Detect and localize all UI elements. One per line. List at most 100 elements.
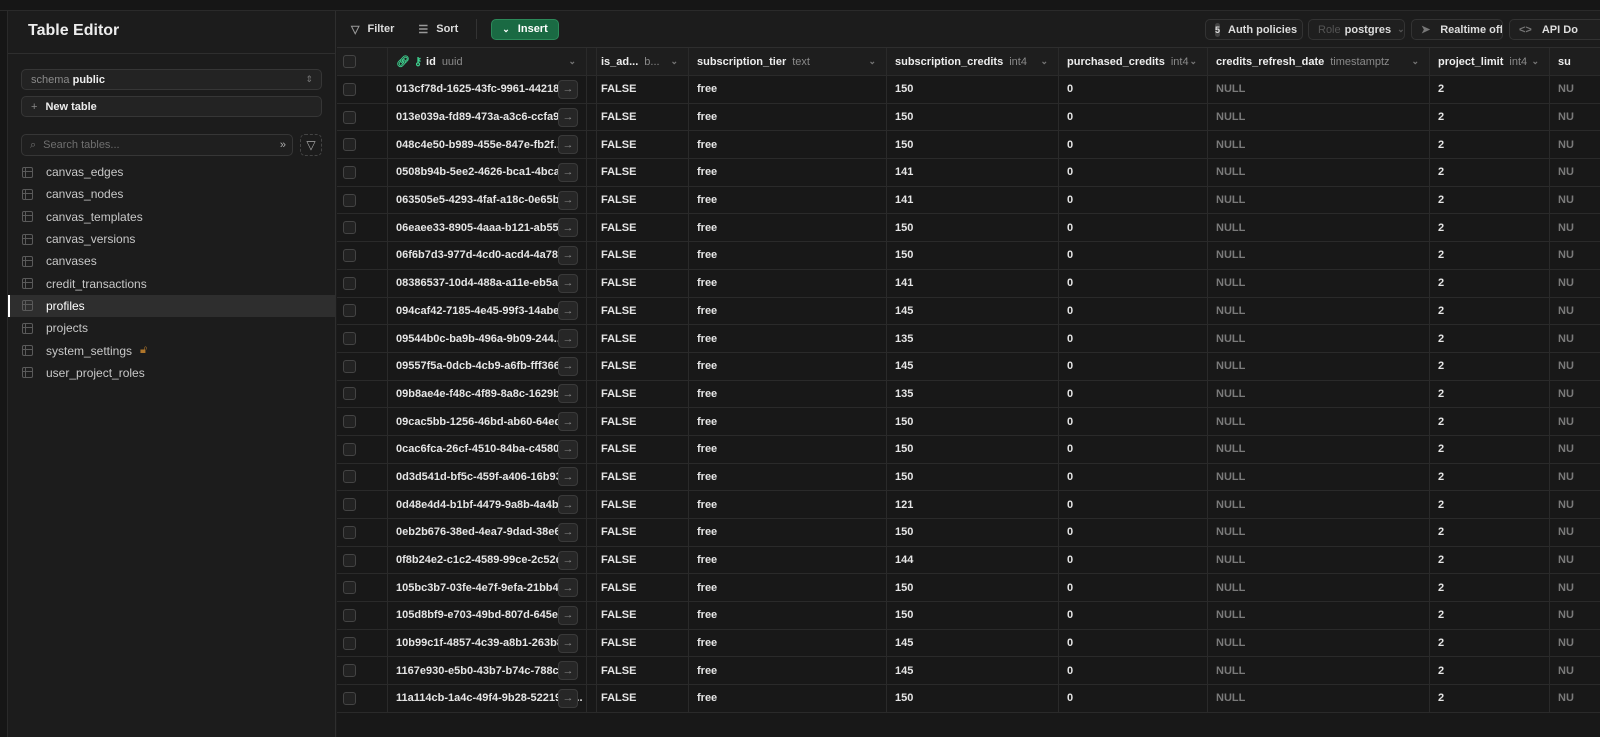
cell-subscription-tier[interactable]: free — [689, 629, 887, 657]
cell-purchased-credits[interactable]: 0 — [1059, 159, 1208, 186]
row-select[interactable] — [337, 546, 388, 574]
chevron-down-icon[interactable]: ⌄ — [568, 56, 576, 67]
cell-purchased-credits[interactable]: 0 — [1059, 685, 1208, 712]
cell-credits-refresh-date[interactable]: NULL — [1208, 242, 1430, 269]
cell-id[interactable]: 013cf78d-1625-43fc-9961-442189... → — [388, 76, 587, 103]
cell-subscription-tier[interactable]: free — [689, 657, 887, 685]
row-select[interactable] — [337, 380, 388, 408]
cell-subscription-credits[interactable]: 150 — [887, 602, 1059, 629]
cell-is-ad[interactable]: FALSE — [597, 408, 689, 435]
cell-subscription-credits[interactable]: 141 — [887, 269, 1059, 297]
table-row[interactable]: 0cac6fca-26cf-4510-84ba-c4580... → FALSE fr… — [337, 435, 1600, 464]
cell-subscription-credits[interactable]: 150 — [887, 435, 1059, 463]
cell-subscription-tier[interactable]: free — [689, 380, 887, 408]
cell-su[interactable]: NU — [1550, 104, 1600, 131]
cell-subscription-tier[interactable]: free — [689, 325, 887, 352]
checkbox[interactable] — [343, 442, 356, 456]
cell-id[interactable]: 0eb2b676-38ed-4ea7-9dad-38e6... → — [388, 519, 587, 546]
cell-purchased-credits[interactable]: 0 — [1059, 657, 1208, 685]
row-select[interactable] — [337, 352, 388, 380]
column-header-subscription-credits[interactable]: subscription_credits int4 ⌄ — [887, 48, 1059, 75]
cell-purchased-credits[interactable]: 0 — [1059, 352, 1208, 380]
cell-su[interactable]: NU — [1550, 630, 1600, 657]
table-row[interactable]: 105bc3b7-03fe-4e7f-9efa-21bb40... → FALSE f… — [337, 574, 1600, 603]
cell-su[interactable]: NU — [1550, 685, 1600, 712]
cell-credits-refresh-date[interactable]: NULL — [1208, 546, 1430, 574]
cell-su[interactable]: NU — [1550, 602, 1600, 629]
cell-purchased-credits[interactable]: 0 — [1059, 214, 1208, 242]
table-row[interactable]: 08386537-10d4-488a-a11e-eb5a6... → FALSE fr… — [337, 269, 1600, 298]
cell-project-limit[interactable]: 2 — [1430, 159, 1550, 186]
api-docs-button[interactable]: <> API Do — [1509, 19, 1600, 40]
table-row[interactable]: 09b8ae4e-f48c-4f89-8a8c-1629b... → FALSE fr… — [337, 380, 1600, 409]
cell-su[interactable]: NU — [1550, 436, 1600, 463]
sidebar-item-credit-transactions[interactable]: credit_transactions — [8, 272, 336, 294]
cell-is-ad[interactable]: FALSE — [597, 435, 689, 463]
arrow-right-icon[interactable]: → — [558, 79, 578, 99]
checkbox[interactable] — [343, 221, 356, 235]
sidebar-item-canvas-templates[interactable]: canvas_templates — [8, 206, 336, 228]
table-row[interactable]: 063505e5-4293-4faf-a18c-0e65b... → FALSE fr… — [337, 186, 1600, 215]
table-row[interactable]: 013cf78d-1625-43fc-9961-442189... → FALSE f… — [337, 76, 1600, 104]
checkbox[interactable] — [343, 110, 356, 124]
cell-is-ad[interactable]: FALSE — [597, 103, 689, 131]
cell-project-limit[interactable]: 2 — [1430, 131, 1550, 159]
checkbox[interactable] — [343, 691, 356, 705]
chevron-down-icon[interactable]: ⌄ — [1040, 56, 1048, 67]
row-select[interactable] — [337, 325, 388, 352]
cell-is-ad[interactable]: FALSE — [597, 242, 689, 269]
cell-su[interactable]: NU — [1550, 353, 1600, 380]
cell-id[interactable]: 06f6b7d3-977d-4cd0-acd4-4a78... → — [388, 242, 587, 269]
column-header-project-limit[interactable]: project_limit int4 ⌄ — [1430, 48, 1550, 75]
column-header-credits-refresh-date[interactable]: credits_refresh_date timestamptz ⌄ — [1208, 48, 1430, 75]
cell-project-limit[interactable]: 2 — [1430, 657, 1550, 685]
row-select[interactable] — [337, 685, 388, 712]
filter-tables-button[interactable]: ▽ — [300, 134, 322, 156]
cell-is-ad[interactable]: FALSE — [597, 574, 689, 602]
checkbox[interactable] — [343, 636, 356, 650]
cell-id[interactable]: 105bc3b7-03fe-4e7f-9efa-21bb40... → — [388, 574, 587, 602]
cell-credits-refresh-date[interactable]: NULL — [1208, 463, 1430, 491]
row-select[interactable] — [337, 602, 388, 629]
cell-is-ad[interactable]: FALSE — [597, 380, 689, 408]
cell-subscription-credits[interactable]: 135 — [887, 325, 1059, 352]
cell-id[interactable]: 09cac5bb-1256-46bd-ab60-64ed... → — [388, 408, 587, 435]
auth-policies-button[interactable]: 5 Auth policies — [1205, 19, 1303, 40]
cell-subscription-tier[interactable]: free — [689, 131, 887, 159]
cell-credits-refresh-date[interactable]: NULL — [1208, 269, 1430, 297]
cell-is-ad[interactable]: FALSE — [597, 297, 689, 325]
arrow-right-icon[interactable]: → — [558, 578, 578, 598]
arrow-right-icon[interactable]: → — [558, 688, 578, 708]
arrow-right-icon[interactable]: → — [558, 162, 578, 182]
cell-su[interactable]: NU — [1550, 491, 1600, 518]
cell-purchased-credits[interactable]: 0 — [1059, 76, 1208, 103]
filter-button[interactable]: ▽ Filter — [351, 23, 394, 36]
cell-purchased-credits[interactable]: 0 — [1059, 519, 1208, 546]
sort-button[interactable]: ☰ Sort — [418, 23, 458, 36]
cell-project-limit[interactable]: 2 — [1430, 297, 1550, 325]
cell-subscription-tier[interactable]: free — [689, 463, 887, 491]
sidebar-item-canvas-versions[interactable]: canvas_versions — [8, 228, 336, 250]
arrow-right-icon[interactable]: → — [558, 135, 578, 155]
cell-subscription-credits[interactable]: 150 — [887, 214, 1059, 242]
cell-subscription-credits[interactable]: 150 — [887, 408, 1059, 435]
cell-project-limit[interactable]: 2 — [1430, 546, 1550, 574]
cell-id[interactable]: 06eaee33-8905-4aaa-b121-ab552... → — [388, 214, 587, 242]
cell-project-limit[interactable]: 2 — [1430, 269, 1550, 297]
cell-id[interactable]: 10b99c1f-4857-4c39-a8b1-263b8... → — [388, 629, 587, 657]
cell-is-ad[interactable]: FALSE — [597, 519, 689, 546]
table-row[interactable]: 013e039a-fd89-473a-a3c6-ccfa9... → FALSE fr… — [337, 103, 1600, 132]
cell-is-ad[interactable]: FALSE — [597, 685, 689, 712]
cell-su[interactable]: NU — [1550, 657, 1600, 684]
checkbox[interactable] — [343, 248, 356, 262]
cell-project-limit[interactable]: 2 — [1430, 602, 1550, 629]
cell-su[interactable]: NU — [1550, 270, 1600, 297]
cell-is-ad[interactable]: FALSE — [597, 131, 689, 159]
cell-su[interactable]: NU — [1550, 408, 1600, 435]
chevron-down-icon[interactable]: ⌄ — [1411, 56, 1419, 67]
cell-id[interactable]: 0f8b24e2-c1c2-4589-99ce-2c52d... → — [388, 546, 587, 574]
cell-purchased-credits[interactable]: 0 — [1059, 380, 1208, 408]
cell-subscription-tier[interactable]: free — [689, 242, 887, 269]
cell-id[interactable]: 0cac6fca-26cf-4510-84ba-c4580... → — [388, 435, 587, 463]
cell-project-limit[interactable]: 2 — [1430, 186, 1550, 214]
